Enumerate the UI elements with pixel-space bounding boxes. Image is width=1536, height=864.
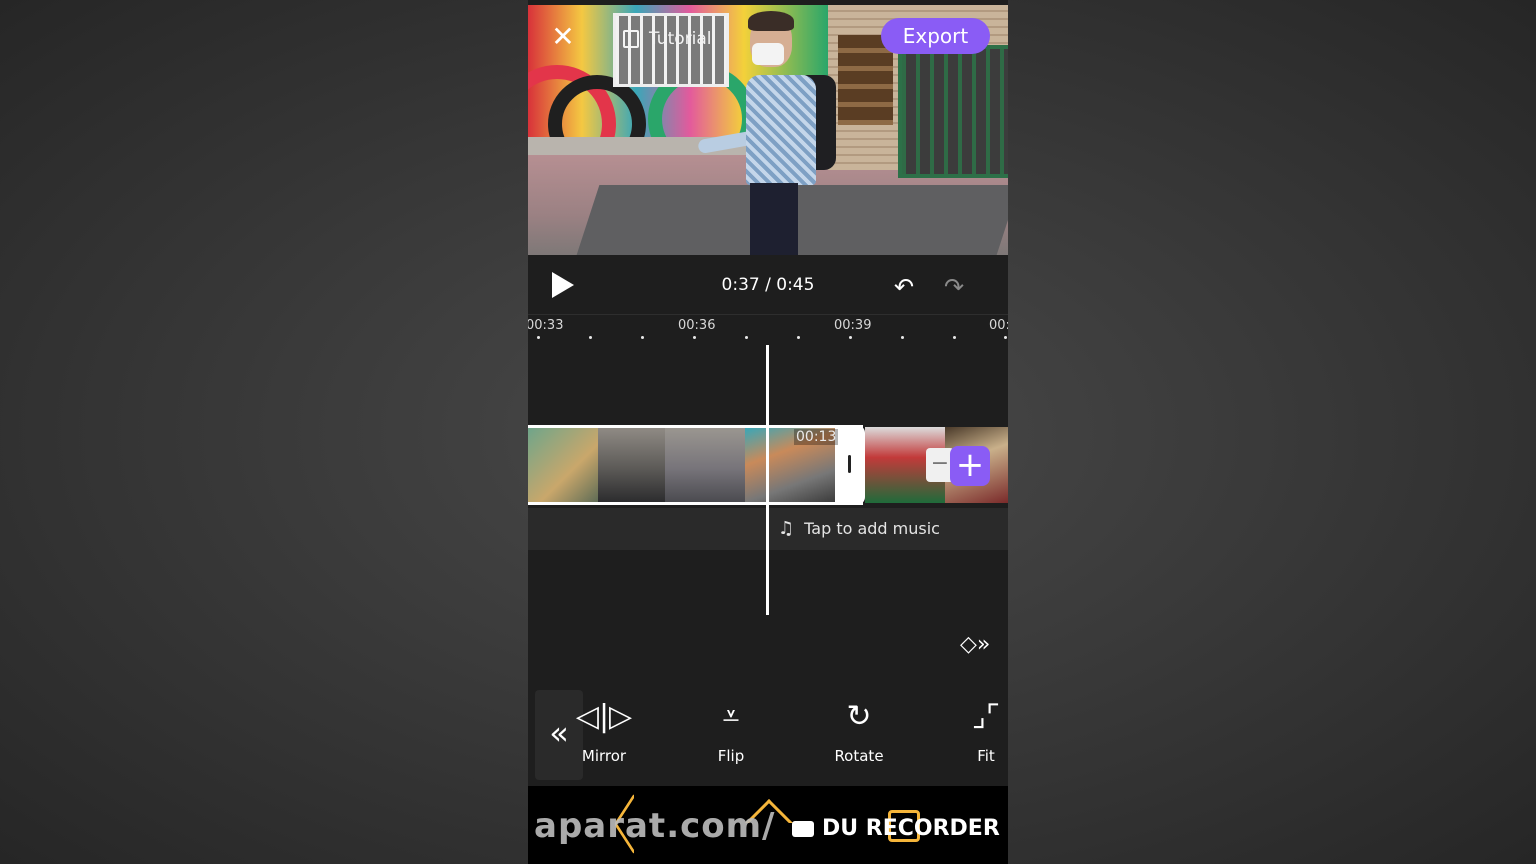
ruler-label: 00:33 <box>528 318 564 333</box>
fit-button[interactable]: ⌟⌜ Fit <box>941 697 1008 765</box>
rotate-icon: ↻ <box>846 699 872 734</box>
ruler-tick <box>797 336 800 339</box>
ruler-label: 00: <box>989 318 1008 333</box>
boy-shirt <box>746 75 816 185</box>
boy-legs <box>750 183 798 255</box>
recorder-badge: DU RECORDER <box>792 816 1000 841</box>
music-label: Tap to add music <box>804 519 940 538</box>
mirror-icon: ◁|▷ <box>575 699 633 734</box>
ruler-tick <box>849 336 852 339</box>
flip-button[interactable]: ⩡ Flip <box>686 697 776 765</box>
video-editor-screen: ✕ Tutorial Export 0:37 / 0:45 ↶ ↷ 00:33 … <box>528 0 1008 864</box>
rotate-label: Rotate <box>834 747 884 765</box>
ruler-tick <box>745 336 748 339</box>
book-icon <box>623 30 639 48</box>
mirror-button[interactable]: ◁|▷ Mirror <box>559 697 649 765</box>
flip-label: Flip <box>717 747 745 765</box>
ruler-label: 00:36 <box>678 318 716 333</box>
clip-frame <box>528 428 598 502</box>
redo-icon[interactable]: ↷ <box>944 275 964 299</box>
add-music-button[interactable]: ♫ Tap to add music <box>778 518 940 539</box>
playback-controls: 0:37 / 0:45 ↶ ↷ <box>528 255 1008 315</box>
divider <box>528 314 1008 315</box>
current-time: 0:37 <box>721 275 760 295</box>
clip-frame <box>598 428 665 502</box>
clip-frame <box>665 428 745 502</box>
top-bar: ✕ Tutorial Export <box>528 5 1008 65</box>
handle-grip <box>848 455 851 473</box>
music-note-icon: ♫ <box>778 518 795 539</box>
close-icon[interactable]: ✕ <box>548 22 578 52</box>
ruler-tick <box>537 336 540 339</box>
undo-icon[interactable]: ↶ <box>894 275 914 299</box>
total-time: 0:45 <box>776 275 815 295</box>
rotate-button[interactable]: ↻ Rotate <box>814 697 904 765</box>
ruler-tick <box>693 336 696 339</box>
fit-icon: ⌟⌜ <box>971 699 1001 734</box>
camera-icon <box>792 820 814 837</box>
ruler-tick <box>901 336 904 339</box>
export-button[interactable]: Export <box>881 18 990 54</box>
clip-duration: 00:13 <box>794 429 839 445</box>
ruler-tick <box>953 336 956 339</box>
edit-toolbar: « ◁|▷ Mirror ⩡ Flip ↻ Rotate ⌟⌜ Fit <box>528 685 1008 785</box>
playhead[interactable] <box>766 345 769 615</box>
ruler-label: 00:39 <box>834 318 872 333</box>
time-readout: 0:37 / 0:45 <box>528 275 1008 295</box>
flip-icon: ⩡ <box>722 699 740 734</box>
tutorial-button[interactable]: Tutorial <box>623 25 712 53</box>
mirror-label: Mirror <box>581 747 627 765</box>
recorder-label: DU RECORDER <box>822 816 1000 841</box>
ruler-tick <box>589 336 592 339</box>
add-clip-button[interactable]: + <box>950 446 990 486</box>
tutorial-label: Tutorial <box>649 29 712 49</box>
ruler-tick <box>641 336 644 339</box>
time-separator: / <box>765 275 771 295</box>
watermark-text: aparat.com/ <box>534 806 776 846</box>
clip-trim-handle[interactable] <box>835 425 865 505</box>
keyframe-icon[interactable]: ◇» <box>960 632 990 657</box>
ruler-tick <box>1004 336 1007 339</box>
fit-label: Fit <box>977 747 995 765</box>
